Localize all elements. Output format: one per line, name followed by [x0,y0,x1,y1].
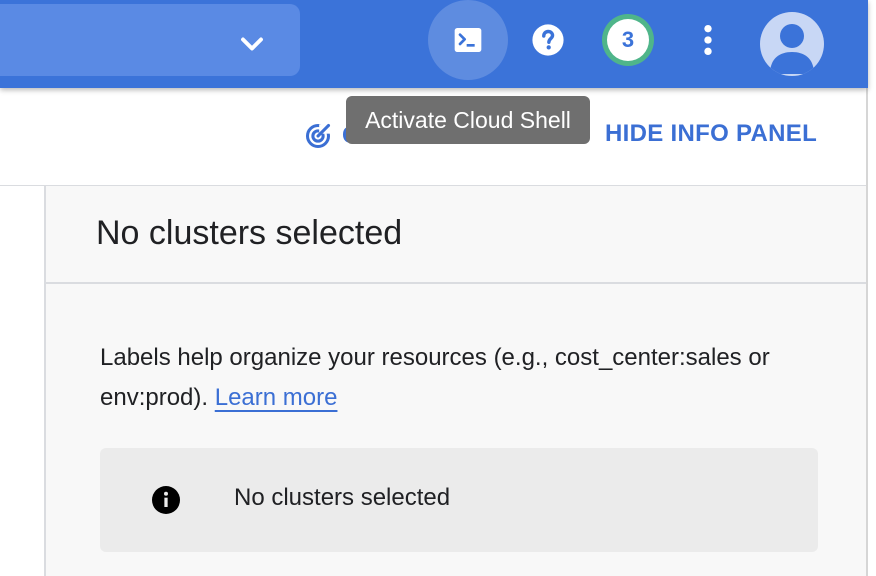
top-app-bar: 3 [0,0,868,88]
notifications-button[interactable]: 3 [602,14,654,66]
help-icon [532,24,564,56]
notice-text: No clusters selected [234,484,451,511]
notification-count-badge: 3 [607,19,649,61]
account-icon [770,24,814,74]
info-panel-title: No clusters selected [96,214,403,252]
more-vert-icon [704,24,712,56]
activate-cloud-shell-button[interactable] [428,0,508,80]
terminal-icon [454,28,482,52]
info-icon [152,486,180,514]
account-avatar-button[interactable] [760,12,824,76]
labels-help-text: Labels help organize your resources (e.g… [100,344,770,411]
project-selector[interactable] [0,4,300,76]
learn-more-link[interactable]: Learn more [215,384,338,411]
info-panel: No clusters selected Labels help organiz… [44,186,866,576]
cost-optimization-icon [305,123,331,149]
cloud-shell-tooltip: Activate Cloud Shell [346,96,590,144]
labels-description: Labels help organize your resources (e.g… [100,338,840,418]
no-selection-notice: No clusters selected [100,448,818,552]
more-options-button[interactable] [688,20,728,60]
info-panel-header: No clusters selected [46,186,866,284]
panel-divider [866,88,868,576]
hide-info-panel-button[interactable]: HIDE INFO PANEL [605,120,817,148]
help-button[interactable] [528,20,568,60]
chevron-down-icon[interactable] [234,26,270,62]
